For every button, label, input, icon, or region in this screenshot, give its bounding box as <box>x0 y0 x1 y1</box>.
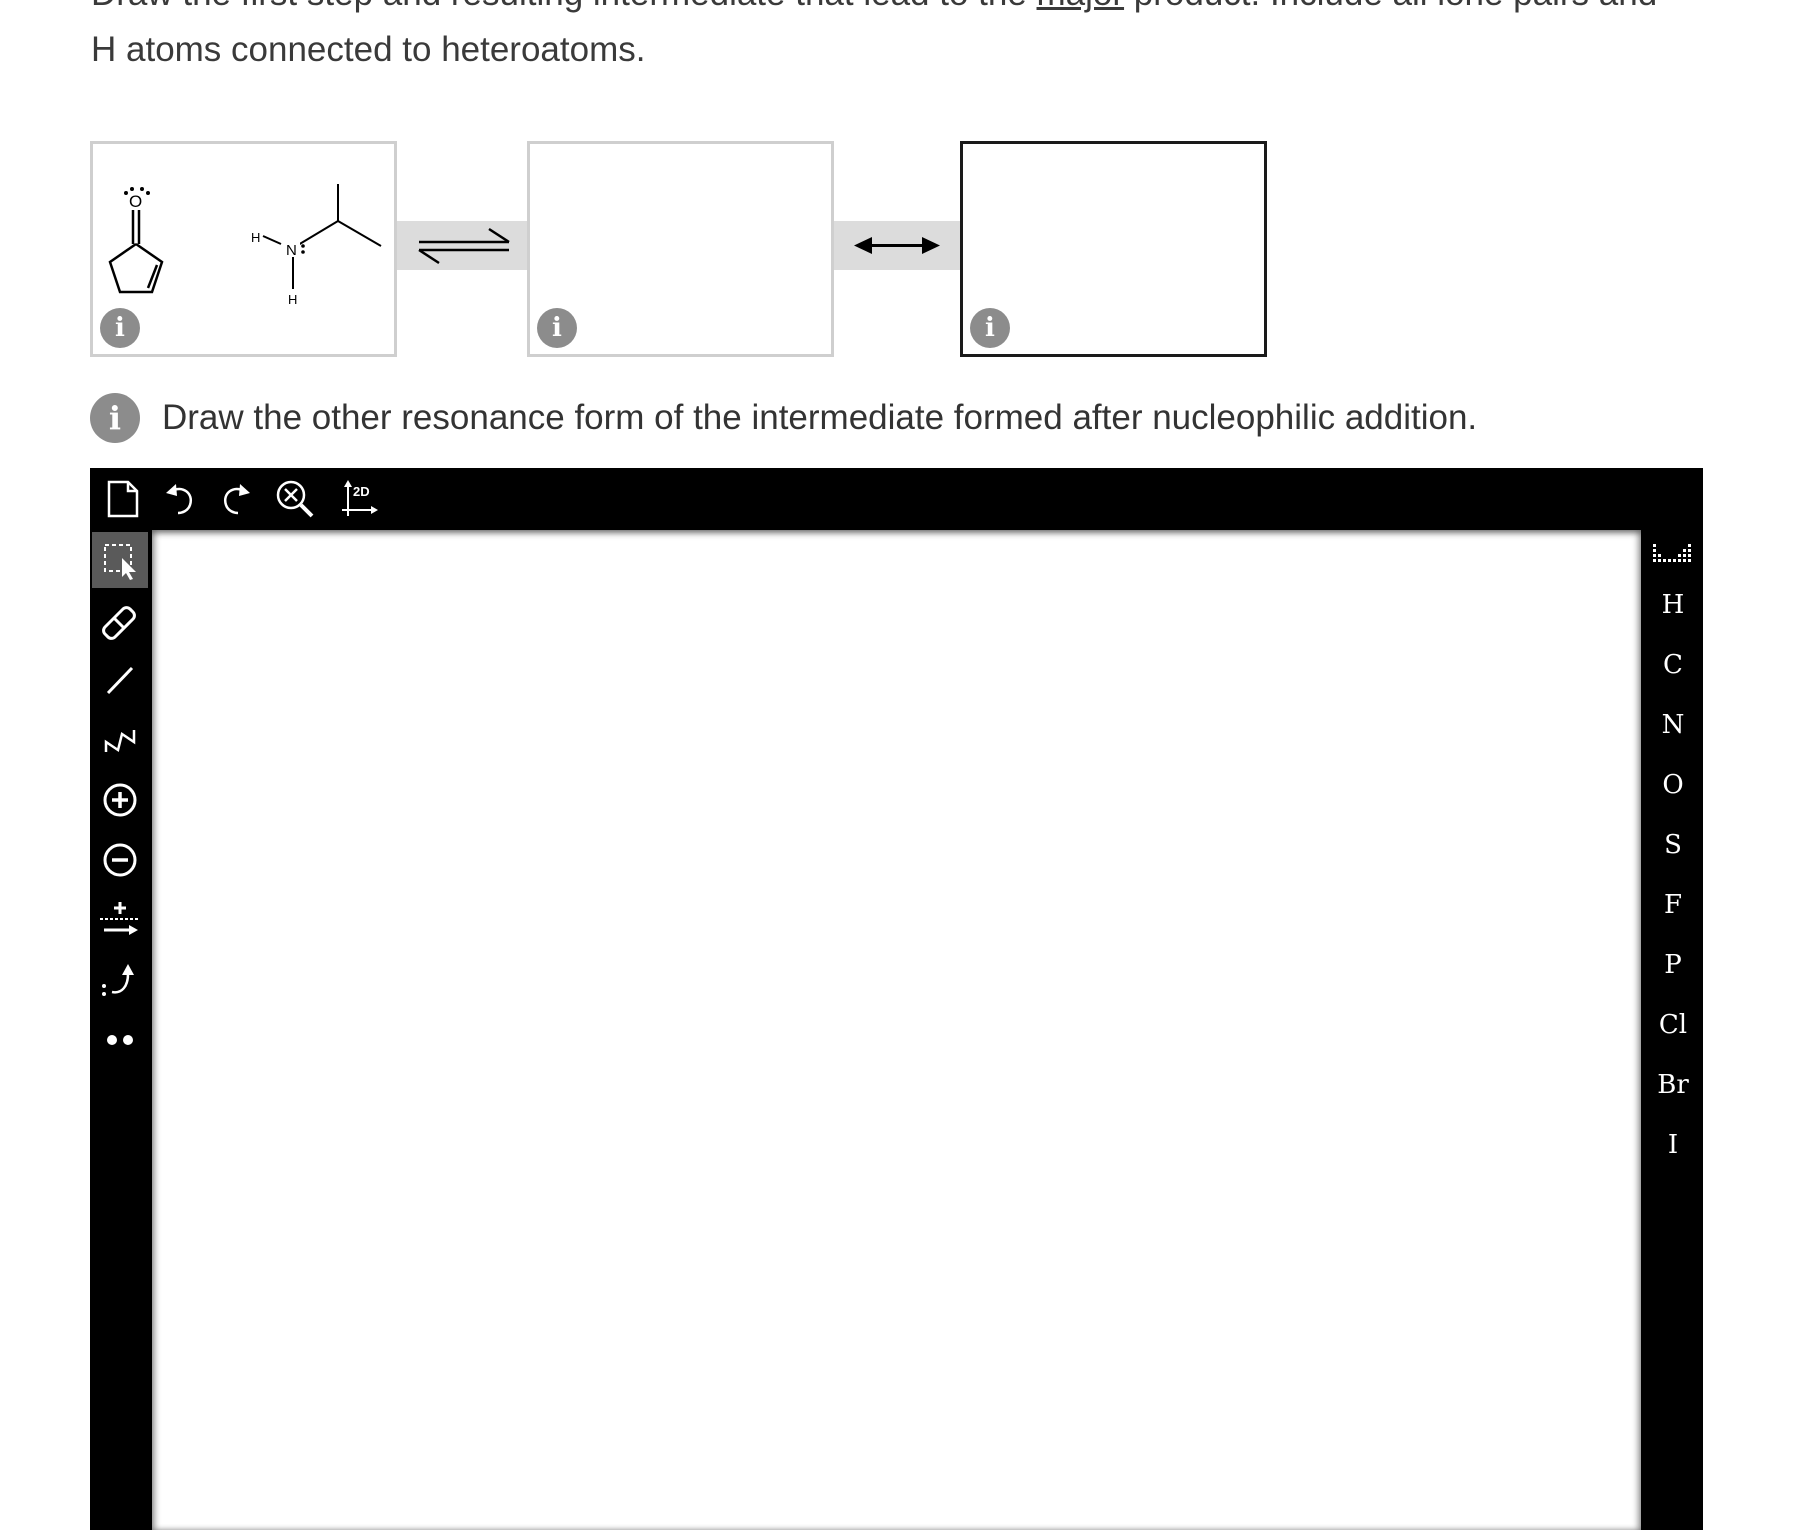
curved-arrow-icon[interactable] <box>92 952 148 1008</box>
editor-top-toolbar: 2D <box>90 468 1703 530</box>
equilibrium-connector <box>397 221 527 270</box>
new-document-icon[interactable] <box>100 476 146 522</box>
reactants-box[interactable]: O N H H i <box>90 141 397 357</box>
resonance-form-box[interactable]: i <box>960 141 1267 357</box>
reaction-arrow-tool-icon[interactable] <box>92 892 148 948</box>
question-line1-end: product. Include all lone pairs and <box>1124 0 1657 13</box>
hint-text: Draw the other resonance form of the int… <box>162 398 1478 437</box>
resonance-double-arrow-icon <box>854 237 940 254</box>
negative-charge-icon[interactable] <box>92 832 148 888</box>
hydrogen-left-label: H <box>251 230 260 245</box>
resonance-connector <box>834 221 960 270</box>
positive-charge-icon[interactable] <box>92 772 148 828</box>
hint-info-icon[interactable]: i <box>90 393 140 443</box>
info-icon[interactable]: i <box>100 308 140 348</box>
element-p-button[interactable]: P <box>1645 940 1701 990</box>
zoom-clear-icon[interactable] <box>272 476 318 522</box>
single-bond-icon[interactable] <box>92 652 148 708</box>
intermediate-box[interactable]: i <box>527 141 834 357</box>
element-cl-button[interactable]: Cl <box>1645 1000 1701 1050</box>
question-major-underlined: major <box>1037 0 1125 13</box>
element-c-button[interactable]: C <box>1645 640 1701 690</box>
element-br-button[interactable]: Br <box>1645 1060 1701 1110</box>
drawing-canvas[interactable] <box>152 530 1641 1530</box>
clean-2d-label: 2D <box>353 484 370 499</box>
oxygen-label: O <box>129 192 142 211</box>
element-f-button[interactable]: F <box>1645 880 1701 930</box>
element-i-button[interactable]: I <box>1645 1120 1701 1170</box>
periodic-table-icon[interactable] <box>1645 530 1701 580</box>
element-s-button[interactable]: S <box>1645 820 1701 870</box>
chain-tool-icon[interactable] <box>92 712 148 768</box>
element-palette: H C N O S F P Cl Br I <box>1643 530 1703 1530</box>
hint-row: i Draw the other resonance form of the i… <box>90 392 1477 444</box>
clean-2d-icon[interactable]: 2D <box>337 476 383 522</box>
element-h-button[interactable]: H <box>1645 580 1701 630</box>
element-o-button[interactable]: O <box>1645 760 1701 810</box>
info-icon[interactable]: i <box>537 308 577 348</box>
undo-icon[interactable] <box>157 476 203 522</box>
molecule-editor: 2D H C N O S F P Cl Br I <box>90 468 1703 1530</box>
hydrogen-bottom-label: H <box>288 292 297 307</box>
editor-left-toolbar <box>90 530 150 1530</box>
select-tool-icon[interactable] <box>92 532 148 588</box>
eraser-icon[interactable] <box>92 592 148 648</box>
nitrogen-label: N <box>286 242 297 259</box>
info-icon[interactable]: i <box>970 308 1010 348</box>
element-n-button[interactable]: N <box>1645 700 1701 750</box>
redo-icon[interactable] <box>213 476 259 522</box>
question-line1-start: Draw the first step and resulting interm… <box>91 0 1037 13</box>
equilibrium-arrows-icon <box>418 227 510 265</box>
question-text: Draw the first step and resulting interm… <box>91 0 1731 78</box>
lone-pair-icon[interactable] <box>92 1012 148 1068</box>
question-line2: H atoms connected to heteroatoms. <box>91 30 646 69</box>
